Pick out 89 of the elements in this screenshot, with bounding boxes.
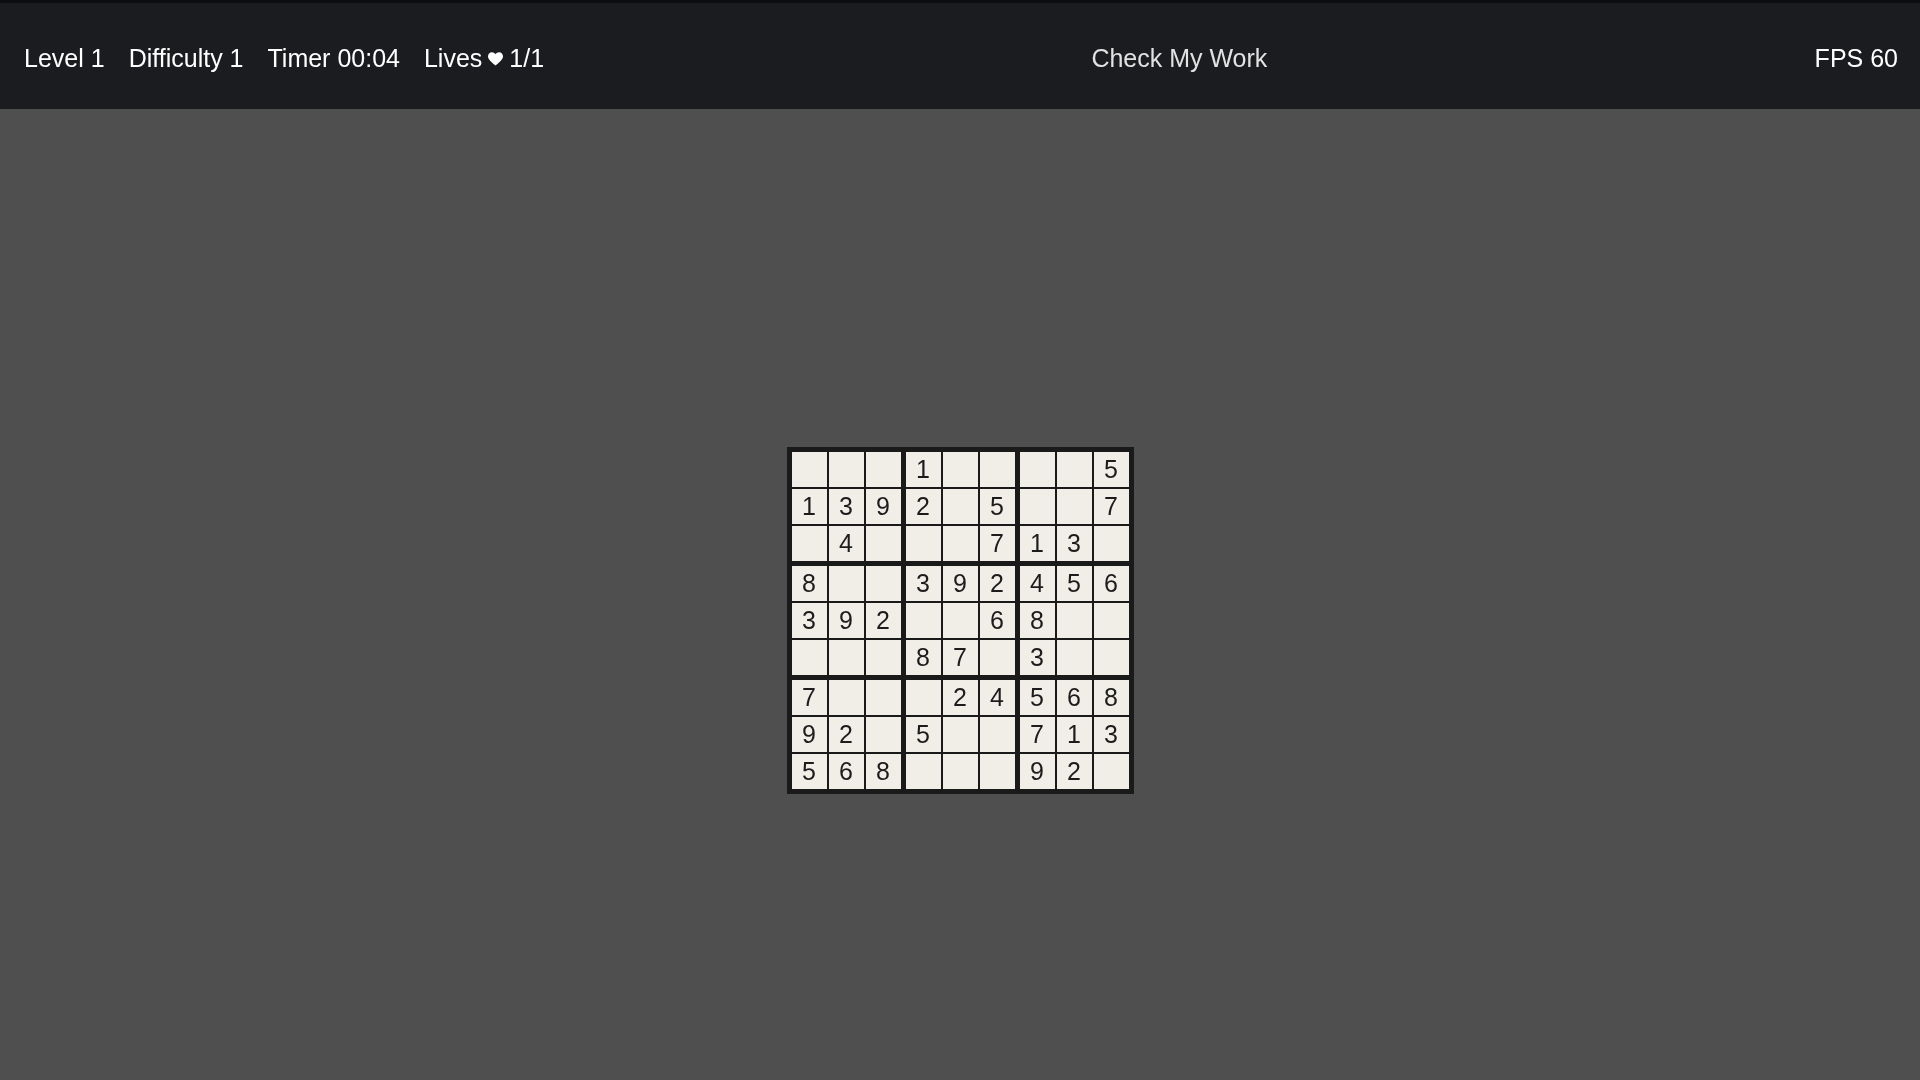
sudoku-cell[interactable]: [979, 717, 1015, 752]
sudoku-cell[interactable]: 3: [828, 489, 864, 524]
sudoku-cell[interactable]: 5: [791, 754, 827, 789]
sudoku-cell[interactable]: 9: [942, 566, 978, 601]
sudoku-cell[interactable]: [905, 754, 941, 789]
sudoku-cell[interactable]: 5: [1093, 452, 1129, 487]
sudoku-cell[interactable]: 9: [1019, 754, 1055, 789]
sudoku-cell[interactable]: [1019, 489, 1055, 524]
sudoku-cell[interactable]: [1056, 452, 1092, 487]
sudoku-cell[interactable]: 6: [1056, 680, 1092, 715]
sudoku-cell[interactable]: 7: [791, 680, 827, 715]
sudoku-cell[interactable]: 4: [979, 680, 1015, 715]
sudoku-cell[interactable]: 7: [979, 526, 1015, 561]
sudoku-cell[interactable]: [1093, 603, 1129, 638]
sudoku-cell[interactable]: [1093, 640, 1129, 675]
sudoku-cell[interactable]: [942, 717, 978, 752]
sudoku-cell[interactable]: 5: [1056, 566, 1092, 601]
sudoku-cell[interactable]: 5: [905, 717, 941, 752]
sudoku-cell[interactable]: 8: [1093, 680, 1129, 715]
sudoku-cell[interactable]: [865, 526, 901, 561]
heart-icon: [488, 52, 504, 66]
sudoku-cell[interactable]: [865, 717, 901, 752]
sudoku-cell[interactable]: [1093, 526, 1129, 561]
sudoku-cell[interactable]: 5: [979, 489, 1015, 524]
lives-count: 1/1: [509, 43, 545, 75]
sudoku-cell[interactable]: [905, 526, 941, 561]
sudoku-cell[interactable]: 6: [979, 603, 1015, 638]
sudoku-cell[interactable]: 1: [791, 489, 827, 524]
sudoku-cell[interactable]: 7: [1093, 489, 1129, 524]
sudoku-cell[interactable]: 8: [791, 566, 827, 601]
sudoku-cell[interactable]: [828, 640, 864, 675]
check-my-work-button[interactable]: Check My Work: [1091, 40, 1268, 78]
sudoku-cell[interactable]: 3: [1093, 717, 1129, 752]
sudoku-cell[interactable]: 1: [1056, 717, 1092, 752]
timer-label: Timer 00:04: [267, 43, 400, 75]
sudoku-cell[interactable]: 2: [828, 717, 864, 752]
sudoku-cell[interactable]: 6: [828, 754, 864, 789]
sudoku-cell[interactable]: 2: [865, 603, 901, 638]
sudoku-cell[interactable]: [942, 754, 978, 789]
sudoku-cell[interactable]: [979, 452, 1015, 487]
sudoku-cell[interactable]: 1: [1019, 526, 1055, 561]
level-label: Level 1: [24, 43, 105, 75]
sudoku-cell[interactable]: [979, 640, 1015, 675]
sudoku-cell[interactable]: 2: [1056, 754, 1092, 789]
sudoku-cell[interactable]: [1056, 489, 1092, 524]
sudoku-cell[interactable]: [1056, 603, 1092, 638]
sudoku-cell[interactable]: 9: [865, 489, 901, 524]
sudoku-cell[interactable]: 2: [905, 489, 941, 524]
sudoku-cell[interactable]: 9: [791, 717, 827, 752]
sudoku-cell[interactable]: 6: [1093, 566, 1129, 601]
sudoku-cell[interactable]: 7: [1019, 717, 1055, 752]
sudoku-cell[interactable]: 9: [828, 603, 864, 638]
sudoku-cell[interactable]: [865, 452, 901, 487]
sudoku-cell[interactable]: [828, 680, 864, 715]
sudoku-cell[interactable]: [979, 754, 1015, 789]
sudoku-cell[interactable]: 2: [979, 566, 1015, 601]
sudoku-cell[interactable]: 5: [1019, 680, 1055, 715]
sudoku-cell[interactable]: [1019, 452, 1055, 487]
sudoku-cell[interactable]: [865, 566, 901, 601]
sudoku-cell[interactable]: [865, 640, 901, 675]
sudoku-cell[interactable]: [905, 603, 941, 638]
sudoku-cell[interactable]: [791, 526, 827, 561]
sudoku-cell[interactable]: 4: [1019, 566, 1055, 601]
sudoku-cell[interactable]: 3: [1019, 640, 1055, 675]
sudoku-cell[interactable]: [942, 603, 978, 638]
sudoku-cell[interactable]: 7: [942, 640, 978, 675]
sudoku-cell[interactable]: 8: [1019, 603, 1055, 638]
sudoku-cell[interactable]: 8: [865, 754, 901, 789]
lives-label: Lives: [423, 43, 483, 75]
sudoku-cell[interactable]: [791, 640, 827, 675]
sudoku-cell[interactable]: 3: [791, 603, 827, 638]
difficulty-label: Difficulty 1: [128, 43, 244, 75]
sudoku-cell[interactable]: [828, 566, 864, 601]
sudoku-cell[interactable]: [942, 526, 978, 561]
sudoku-cell[interactable]: 1: [905, 452, 941, 487]
sudoku-cell[interactable]: [1056, 640, 1092, 675]
sudoku-cell[interactable]: [905, 680, 941, 715]
sudoku-cell[interactable]: 3: [1056, 526, 1092, 561]
sudoku-cell[interactable]: [865, 680, 901, 715]
fps-counter: FPS 60: [1814, 43, 1898, 75]
sudoku-cell[interactable]: [1093, 754, 1129, 789]
sudoku-cell[interactable]: [791, 452, 827, 487]
sudoku-cell[interactable]: [942, 489, 978, 524]
sudoku-cell[interactable]: 4: [828, 526, 864, 561]
sudoku-cell[interactable]: [828, 452, 864, 487]
sudoku-cell[interactable]: 2: [942, 680, 978, 715]
sudoku-cell[interactable]: [942, 452, 978, 487]
sudoku-cell[interactable]: 8: [905, 640, 941, 675]
sudoku-cell[interactable]: 3: [905, 566, 941, 601]
